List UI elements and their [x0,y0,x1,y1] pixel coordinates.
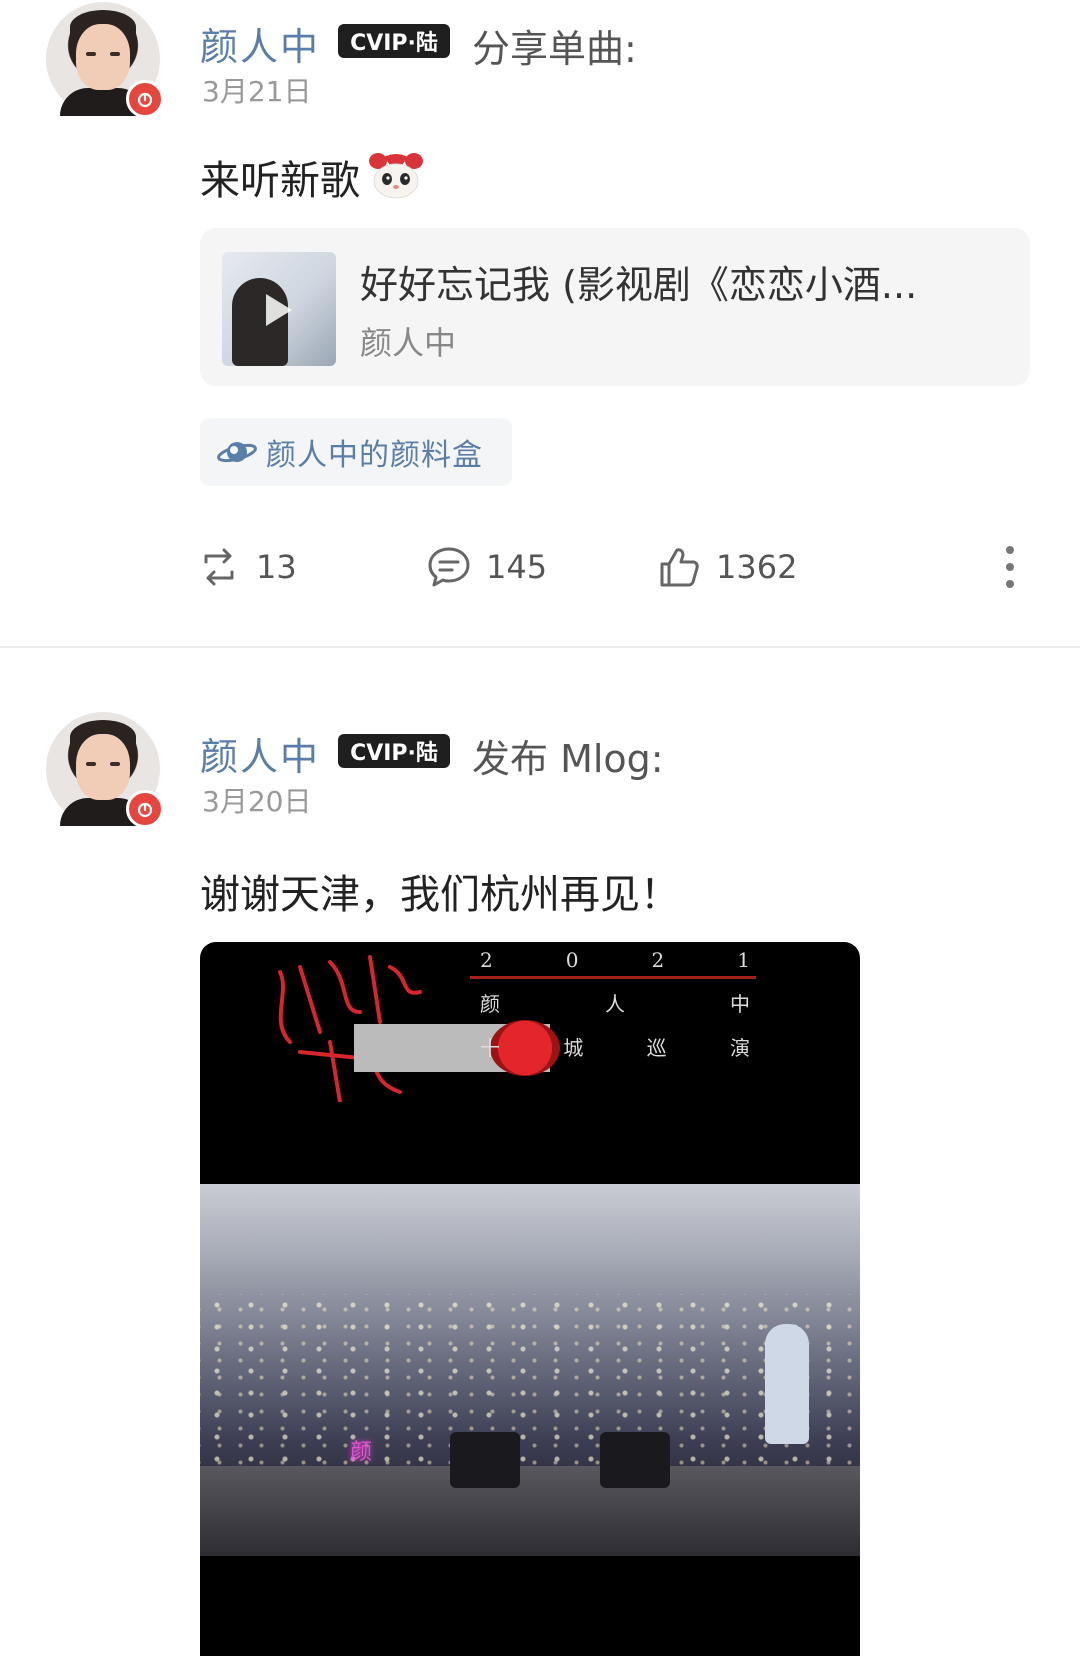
avatar[interactable] [46,2,164,118]
mlog-year-digit: 2 [651,948,665,972]
mlog-name-char: 中 [730,992,750,1016]
mlog-year-row: 2 0 2 1 [480,948,750,972]
vip-badge[interactable]: CVIP·陆 [338,734,450,768]
user-name[interactable]: 颜人中 [200,726,320,781]
concert-photo: 颜 [200,1184,860,1556]
more-vertical-icon[interactable] [1000,546,1020,590]
post-date: 3月21日 [202,75,312,108]
topic-label: 颜人中的颜料盒 [266,438,483,473]
repost-icon [204,548,234,586]
avatar-eye [110,52,120,56]
crowd-lights [200,1294,860,1494]
mlog-year-digit: 1 [737,948,750,972]
mlog-tour-char: 十 [480,1036,500,1060]
repost-count: 13 [256,548,297,586]
comment-button[interactable]: 145 [426,544,547,590]
user-name[interactable]: 颜人中 [200,16,320,71]
mlog-year-digit: 0 [565,948,579,972]
neon-sign: 颜 [350,1440,373,1465]
comment-count: 145 [486,548,548,586]
post-text: 谢谢天津，我们杭州再见！ [200,872,680,918]
stage-speaker [600,1432,670,1488]
play-icon [266,294,292,326]
like-count: 1362 [716,548,798,586]
mlog-name-char: 人 [605,992,625,1016]
stage-speaker [450,1432,520,1488]
avatar-eye [86,52,96,56]
avatar-eye [110,762,120,766]
feed-post: 颜人中 CVIP·陆 分享单曲: 3月21日 来听新歌 好好忘记我 (影视剧《恋… [0,0,1080,646]
repost-button[interactable]: 13 [196,544,297,590]
mlog-tour-row: 十 城 巡 演 [480,1032,750,1061]
avatar[interactable] [46,712,164,828]
avatar-eye [86,762,96,766]
comment-icon [428,547,470,587]
topic-tag[interactable]: 颜人中的颜料盒 [200,418,512,486]
album-cover[interactable] [222,252,336,366]
avatar-face [76,24,130,90]
song-artist: 颜人中 [360,324,457,362]
post-action-label: 发布 Mlog: [472,737,664,781]
post-text-content: 来听新歌 [200,158,360,204]
mlog-year-digit: 2 [480,948,493,972]
thumbs-up-icon [660,548,699,587]
post-text: 来听新歌 [200,148,426,206]
netease-music-icon [126,80,164,118]
mlog-tour-char: 巡 [646,1036,667,1060]
like-button[interactable]: 1362 [656,544,797,590]
mlog-name-char: 颜 [480,992,500,1016]
avatar-face [76,734,130,800]
vip-badge[interactable]: CVIP·陆 [338,24,450,58]
mlog-tour-char: 演 [729,1036,750,1060]
mlog-video[interactable]: 2 0 2 1 颜 人 中 十 城 巡 演 颜 [200,942,860,1656]
song-card[interactable]: 好好忘记我 (影视剧《恋恋小酒... 颜人中 [200,228,1030,386]
mlog-name-row: 颜 人 中 [480,988,750,1017]
panda-emoji-icon [366,149,426,205]
planet-icon [214,434,260,470]
stage-floor [200,1466,860,1556]
post-date: 3月20日 [202,785,312,818]
mlog-red-line [470,976,756,979]
post-action-label: 分享单曲: [472,27,637,71]
singer-figure [765,1324,809,1444]
song-title: 好好忘记我 (影视剧《恋恋小酒... [360,263,918,307]
netease-music-icon [126,790,164,828]
post-divider [0,646,1080,648]
mlog-tour-char: 城 [563,1036,584,1060]
